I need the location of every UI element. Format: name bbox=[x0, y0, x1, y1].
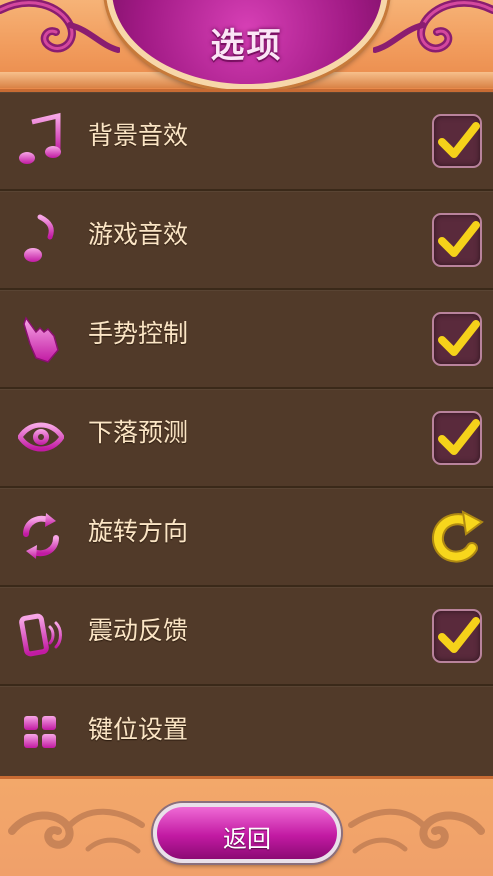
option-row-key-settings[interactable]: 键位设置 bbox=[0, 686, 493, 785]
page-title: 选项 bbox=[210, 26, 283, 66]
option-label: 旋转方向 bbox=[88, 517, 189, 546]
option-label: 背景音效 bbox=[88, 121, 189, 150]
music-note-icon bbox=[24, 214, 54, 262]
eye-icon bbox=[18, 422, 64, 452]
rotate-direction-button[interactable] bbox=[430, 508, 486, 568]
option-row-background-sound[interactable]: 背景音效 bbox=[0, 92, 493, 191]
rotate-arrows-icon bbox=[23, 513, 59, 559]
checkmark-icon bbox=[438, 419, 480, 455]
option-label: 震动反馈 bbox=[88, 616, 189, 645]
options-list: 背景音效 游戏音效 手势控制 下落预测 旋转方向 震动反馈 键位设置 bbox=[0, 92, 493, 776]
checkmark-icon bbox=[438, 320, 480, 356]
back-button[interactable]: 返回 bbox=[153, 803, 341, 863]
option-label: 手势控制 bbox=[88, 319, 189, 348]
vibration-checkbox[interactable] bbox=[432, 609, 482, 663]
background-sound-checkbox[interactable] bbox=[432, 114, 482, 168]
right-footer-ornament-icon bbox=[348, 808, 485, 854]
grid-keys-icon bbox=[24, 716, 56, 748]
pointing-hand-icon bbox=[23, 316, 59, 363]
option-row-game-sound[interactable]: 游戏音效 bbox=[0, 191, 493, 290]
music-notes-icon bbox=[19, 112, 61, 164]
option-row-drop-preview[interactable]: 下落预测 bbox=[0, 389, 493, 488]
left-footer-ornament-icon bbox=[8, 808, 145, 854]
back-button-label: 返回 bbox=[223, 825, 271, 853]
checkmark-icon bbox=[438, 122, 480, 158]
footer-bar: 返回 bbox=[0, 776, 493, 876]
checkmark-icon bbox=[438, 221, 480, 257]
option-row-rotate-direction[interactable]: 旋转方向 bbox=[0, 488, 493, 587]
checkmark-icon bbox=[438, 617, 480, 653]
drop-preview-checkbox[interactable] bbox=[432, 411, 482, 465]
option-label: 键位设置 bbox=[88, 715, 189, 744]
option-row-gesture-control[interactable]: 手势控制 bbox=[0, 290, 493, 389]
title-bar: 选项 bbox=[0, 0, 493, 92]
gesture-control-checkbox[interactable] bbox=[432, 312, 482, 366]
vibrate-phone-icon bbox=[19, 613, 62, 657]
game-sound-checkbox[interactable] bbox=[432, 213, 482, 267]
option-row-vibration[interactable]: 震动反馈 bbox=[0, 587, 493, 686]
option-label: 游戏音效 bbox=[88, 220, 189, 249]
option-label: 下落预测 bbox=[88, 418, 189, 447]
